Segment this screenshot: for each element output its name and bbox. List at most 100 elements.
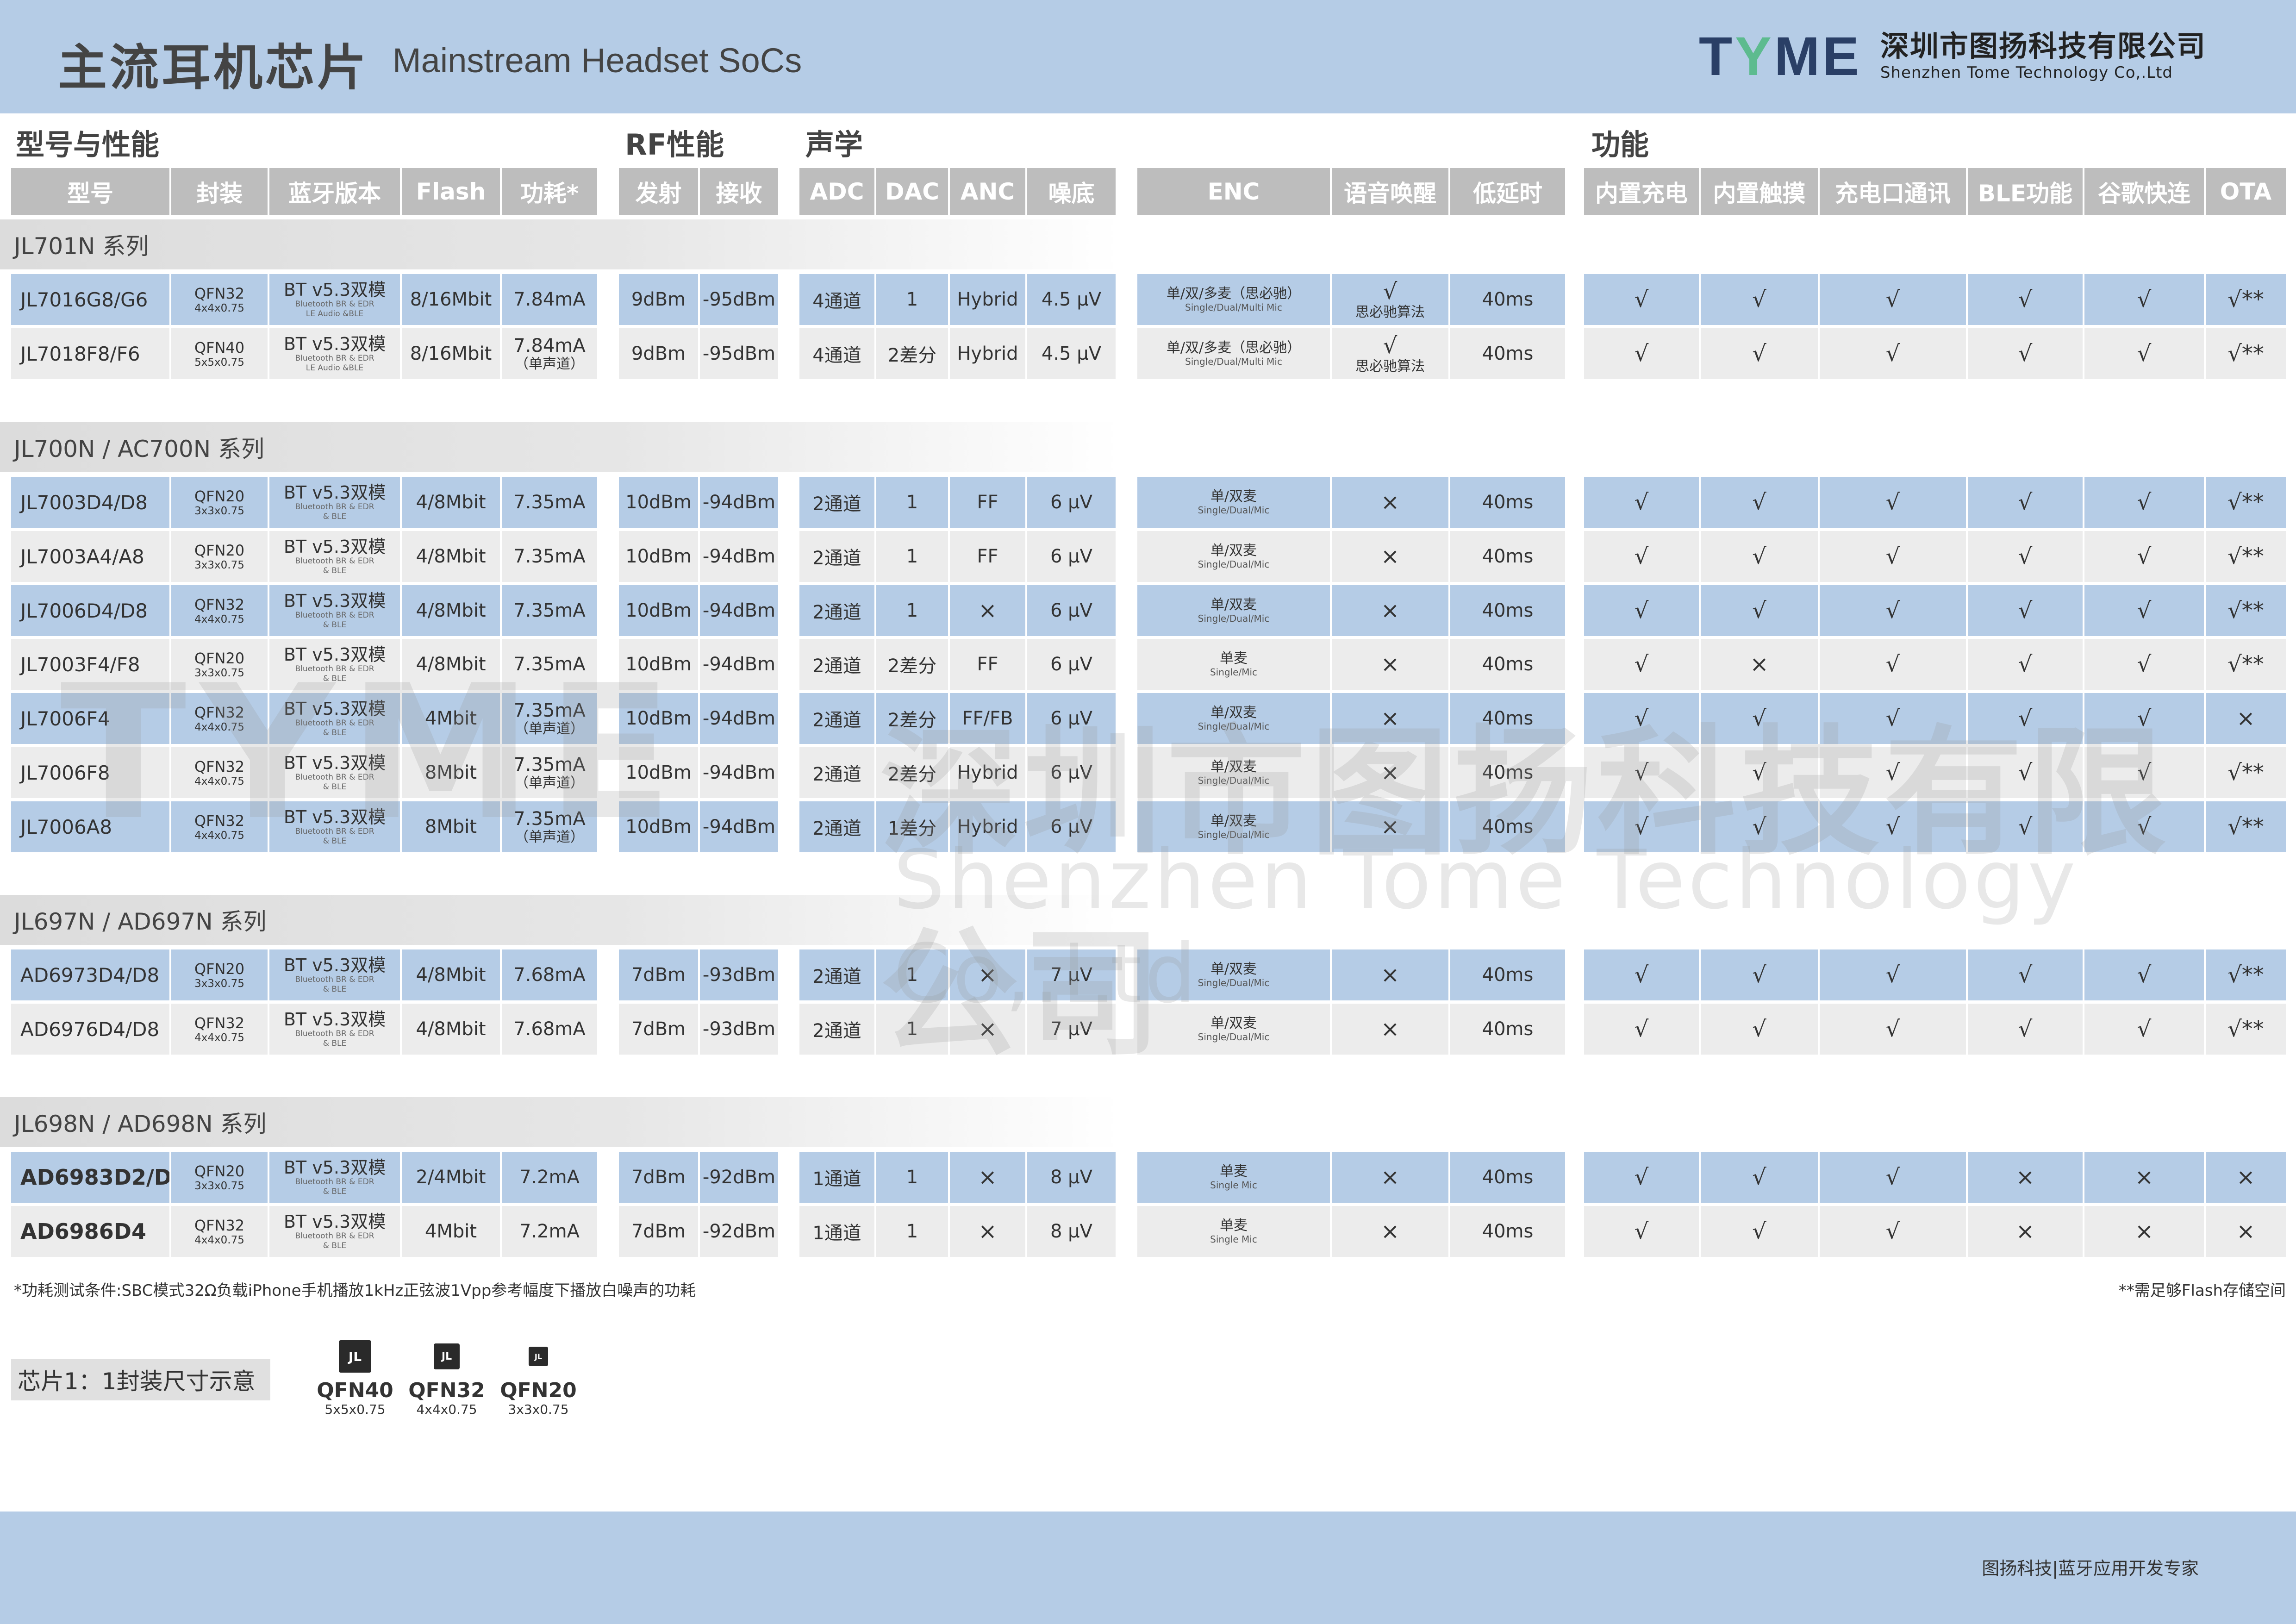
footer-slogan: 图扬科技|蓝牙应用开发专家 bbox=[1982, 1558, 2199, 1579]
cell-tx: 10dBm bbox=[619, 693, 698, 744]
package-type: QFN32 bbox=[194, 596, 245, 613]
check-mark: √** bbox=[2206, 585, 2286, 636]
cell-noise: 6 μV bbox=[1027, 477, 1116, 528]
check-mark: √ bbox=[2084, 949, 2204, 1000]
cell-latency: 40ms bbox=[1450, 693, 1565, 744]
check-mark: √ bbox=[1383, 279, 1398, 305]
column-header: 接收 bbox=[700, 168, 778, 215]
enc-desc: Single/Dual/Mic bbox=[1198, 559, 1270, 570]
column-header: ENC bbox=[1137, 168, 1330, 215]
package-type: QFN32 bbox=[194, 812, 245, 830]
cell-enc: 单麦 Single Mic bbox=[1137, 1206, 1330, 1257]
enc-value: 单/双麦 bbox=[1210, 813, 1257, 829]
bt-desc: Bluetooth BR & EDR bbox=[295, 718, 374, 728]
cell-enc: 单/双麦 Single/Dual/Mic bbox=[1137, 585, 1330, 636]
cross-mark: × bbox=[1701, 639, 1818, 690]
check-mark: √ bbox=[2084, 585, 2204, 636]
column-header: 语音唤醒 bbox=[1332, 168, 1448, 215]
enc-desc: Single/Mic bbox=[1210, 667, 1258, 678]
bt-version: BT v5.3双模 bbox=[283, 537, 386, 557]
power-note: （单声道） bbox=[515, 829, 584, 845]
model-name: JL7003F4/F8 bbox=[11, 639, 169, 690]
power-value: 7.84mA bbox=[513, 289, 586, 310]
power-note: （单声道） bbox=[515, 721, 584, 737]
check-mark: √ bbox=[1820, 1206, 1966, 1257]
package-dim: 4x4x0.75 bbox=[194, 1032, 244, 1044]
check-mark: √ bbox=[2084, 274, 2204, 325]
bt-desc: LE Audio &BLE bbox=[306, 309, 364, 319]
package-name: QFN20 bbox=[500, 1379, 577, 1402]
bt-desc: & BLE bbox=[323, 1039, 347, 1048]
package-type: QFN32 bbox=[194, 285, 245, 302]
page-title: 主流耳机芯片 bbox=[58, 39, 369, 96]
cross-mark: × bbox=[1380, 814, 1400, 840]
check-mark: √ bbox=[1968, 747, 2083, 798]
column-header: 充电口通讯 bbox=[1820, 168, 1966, 215]
company-logo: TYME 深圳市图扬科技有限公司 Shenzhen Tome Technolog… bbox=[1699, 26, 2206, 87]
package-type: QFN32 bbox=[194, 758, 245, 775]
cell-pkg: QFN32 4x4x0.75 bbox=[171, 801, 268, 852]
check-mark: √ bbox=[2084, 531, 2204, 582]
cross-mark: × bbox=[2084, 1152, 2204, 1203]
cell-tx: 7dBm bbox=[619, 949, 698, 1000]
series-header: JL701N 系列 bbox=[0, 219, 1120, 269]
bt-desc: Bluetooth BR & EDR bbox=[295, 1231, 374, 1241]
cell-noise: 6 μV bbox=[1027, 693, 1116, 744]
series-header: JL700N / AC700N 系列 bbox=[0, 422, 1120, 472]
bt-version: BT v5.3双模 bbox=[283, 591, 386, 611]
cell-enc: 单/双麦 Single/Dual/Mic bbox=[1137, 801, 1330, 852]
cell-noise: 7 μV bbox=[1027, 949, 1116, 1000]
check-mark: √ bbox=[1701, 801, 1818, 852]
cell-wake: × bbox=[1332, 949, 1448, 1000]
wake-note: 思必驰算法 bbox=[1355, 358, 1425, 375]
cross-mark: × bbox=[1380, 489, 1400, 515]
cell-rx: -95dBm bbox=[700, 274, 778, 325]
check-mark: √ bbox=[2084, 747, 2204, 798]
enc-value: 单/双麦 bbox=[1210, 597, 1257, 613]
cell-rx: -94dBm bbox=[700, 747, 778, 798]
column-header: 功耗* bbox=[502, 168, 597, 215]
wake-note: 思必驰算法 bbox=[1355, 304, 1425, 320]
check-mark: √ bbox=[1701, 747, 1818, 798]
power-value: 7.2mA bbox=[519, 1221, 580, 1242]
package-type: QFN32 bbox=[194, 704, 245, 721]
check-mark: √ bbox=[1701, 274, 1818, 325]
bt-version: BT v5.3双模 bbox=[283, 334, 386, 354]
check-mark: √ bbox=[1584, 1206, 1699, 1257]
enc-value: 单/双麦 bbox=[1210, 488, 1257, 505]
cell-enc: 单/双麦 Single/Dual/Mic bbox=[1137, 693, 1330, 744]
column-header: 低延时 bbox=[1450, 168, 1565, 215]
check-mark: √** bbox=[2206, 949, 2286, 1000]
bt-version: BT v5.3双模 bbox=[283, 644, 386, 665]
enc-desc: Single/Dual/Multi Mic bbox=[1185, 356, 1282, 367]
enc-value: 单/双/多麦（思必驰） bbox=[1166, 286, 1301, 302]
cell-anc: FF/FB bbox=[950, 693, 1025, 744]
check-mark: √ bbox=[1820, 1004, 1966, 1055]
cell-enc: 单/双/多麦（思必驰） Single/Dual/Multi Mic bbox=[1137, 274, 1330, 325]
cell-pkg: QFN32 4x4x0.75 bbox=[171, 1004, 268, 1055]
cell-bt: BT v5.3双模 Bluetooth BR & EDR LE Audio &BLE bbox=[269, 274, 400, 325]
bt-desc: & BLE bbox=[323, 620, 347, 630]
cell-pkg: QFN40 5x5x0.75 bbox=[171, 328, 268, 379]
cell-rx: -93dBm bbox=[700, 1004, 778, 1055]
check-mark: √ bbox=[1820, 693, 1966, 744]
cross-mark: × bbox=[1380, 1164, 1400, 1190]
cell-power: 7.35mA bbox=[502, 585, 597, 636]
cell-anc: Hybrid bbox=[950, 747, 1025, 798]
check-mark: √ bbox=[2084, 477, 2204, 528]
package-type: QFN20 bbox=[194, 960, 245, 978]
check-mark: √ bbox=[1968, 801, 2083, 852]
check-mark: √ bbox=[1584, 693, 1699, 744]
cell-adc: 4通道 bbox=[799, 274, 874, 325]
cell-flash: 2/4Mbit bbox=[402, 1152, 500, 1203]
check-mark: √ bbox=[1968, 949, 2083, 1000]
enc-desc: Single/Dual/Mic bbox=[1198, 775, 1270, 786]
column-header: BLE功能 bbox=[1968, 168, 2083, 215]
cell-latency: 40ms bbox=[1450, 747, 1565, 798]
cell-dac: 1 bbox=[876, 477, 948, 528]
cell-bt: BT v5.3双模 Bluetooth BR & EDR & BLE bbox=[269, 477, 400, 528]
cross-mark: × bbox=[950, 585, 1025, 636]
enc-value: 单/双/多麦（思必驰） bbox=[1166, 340, 1301, 356]
cell-dac: 1 bbox=[876, 1206, 948, 1257]
cell-adc: 1通道 bbox=[799, 1152, 874, 1203]
